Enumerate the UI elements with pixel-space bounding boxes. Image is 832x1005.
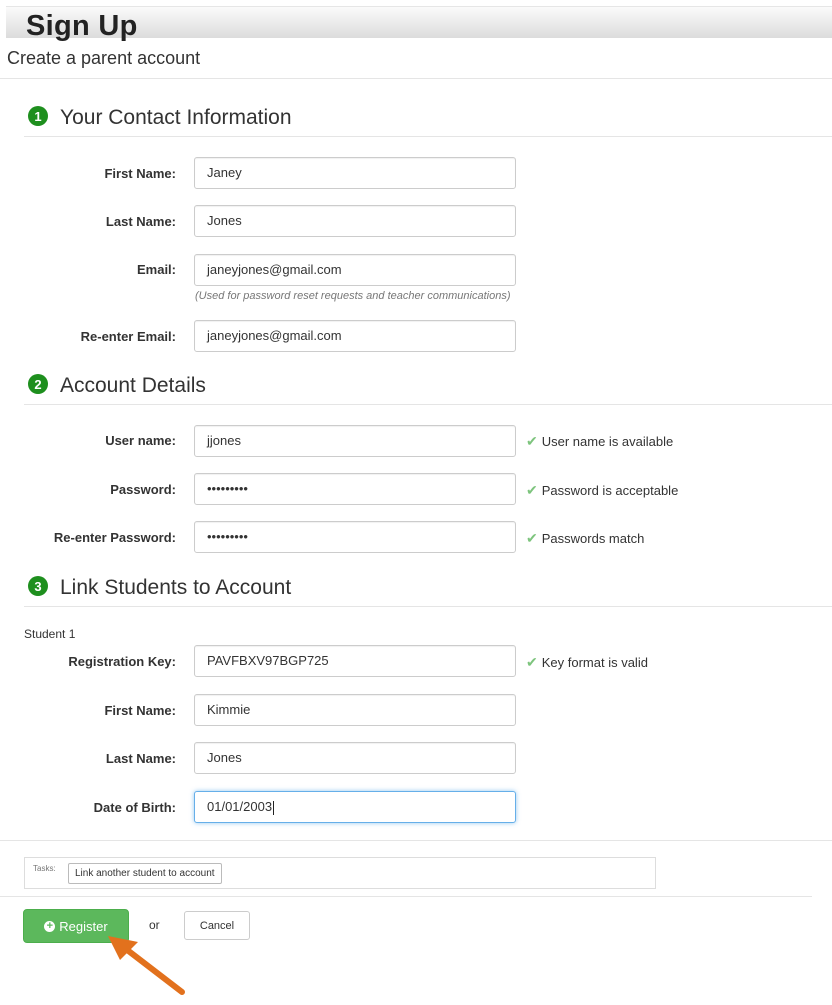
page-title: Sign Up bbox=[26, 10, 138, 42]
password-label: Password: bbox=[110, 482, 176, 497]
cancel-button[interactable]: Cancel bbox=[184, 911, 250, 940]
section-account-header: 2 Account Details bbox=[28, 374, 206, 398]
check-icon: ✔ bbox=[526, 433, 538, 449]
last-name-field[interactable]: Jones bbox=[194, 205, 516, 237]
status-text: Passwords match bbox=[541, 531, 645, 546]
reenter-password-label: Re-enter Password: bbox=[53, 530, 176, 545]
dob-field[interactable]: 01/01/2003 bbox=[194, 791, 516, 823]
email-field[interactable]: janeyjones@gmail.com bbox=[194, 254, 516, 286]
plus-circle-icon: + bbox=[44, 920, 56, 932]
student-first-name-label: First Name: bbox=[104, 703, 176, 718]
password-field[interactable]: ••••••••• bbox=[194, 473, 516, 505]
arrow-icon bbox=[108, 936, 185, 995]
registration-key-label: Registration Key: bbox=[68, 654, 176, 669]
reenter-email-field[interactable]: janeyjones@gmail.com bbox=[194, 320, 516, 352]
divider bbox=[24, 606, 832, 607]
email-help-text: (Used for password reset requests and te… bbox=[195, 290, 511, 302]
header-bar: Sign Up bbox=[6, 6, 832, 42]
email-label: Email: bbox=[136, 262, 176, 277]
student-last-name-label: Last Name: bbox=[105, 751, 176, 766]
registration-key-field[interactable]: PAVFBXV97BGP725 bbox=[194, 645, 516, 677]
divider bbox=[0, 840, 832, 841]
check-icon: ✔ bbox=[526, 654, 538, 670]
first-name-label: First Name: bbox=[104, 166, 176, 181]
section-title: Account Details bbox=[60, 374, 206, 397]
section-students-header: 3 Link Students to Account bbox=[28, 576, 291, 600]
status-text: Password is acceptable bbox=[541, 483, 679, 498]
first-name-field[interactable]: Janey bbox=[194, 157, 516, 189]
step-3-icon: 3 bbox=[28, 576, 48, 596]
status-text: User name is available bbox=[541, 434, 674, 449]
page-subtitle: Create a parent account bbox=[7, 48, 201, 68]
reenter-password-field[interactable]: ••••••••• bbox=[194, 521, 516, 553]
step-2-icon: 2 bbox=[28, 374, 48, 394]
check-icon: ✔ bbox=[526, 530, 538, 546]
reenter-password-status: ✔ Passwords match bbox=[526, 530, 644, 547]
section-title: Link Students to Account bbox=[60, 576, 292, 599]
divider bbox=[0, 896, 812, 897]
divider bbox=[24, 404, 832, 405]
section-contact-header: 1 Your Contact Information bbox=[28, 106, 292, 130]
check-icon: ✔ bbox=[526, 482, 538, 498]
divider bbox=[0, 78, 832, 79]
password-status: ✔ Password is acceptable bbox=[526, 482, 678, 499]
text-caret bbox=[273, 800, 275, 815]
username-label: User name: bbox=[105, 433, 176, 448]
student-heading: Student 1 bbox=[24, 627, 76, 641]
tasks-label: Tasks: bbox=[33, 864, 56, 873]
student-first-name-field[interactable]: Kimmie bbox=[194, 694, 516, 726]
dob-value: 01/01/2003 bbox=[207, 799, 273, 814]
link-another-student-button[interactable]: Link another student to account bbox=[68, 863, 222, 884]
student-last-name-field[interactable]: Jones bbox=[194, 742, 516, 774]
last-name-label: Last Name: bbox=[105, 214, 176, 229]
tasks-panel: Tasks: Link another student to account bbox=[24, 857, 656, 889]
username-status: ✔ User name is available bbox=[526, 433, 673, 450]
section-title: Your Contact Information bbox=[60, 106, 292, 129]
divider bbox=[24, 136, 832, 137]
step-1-icon: 1 bbox=[28, 106, 48, 126]
status-text: Key format is valid bbox=[541, 655, 648, 670]
username-field[interactable]: jjones bbox=[194, 425, 516, 457]
dob-label: Date of Birth: bbox=[93, 800, 176, 815]
reenter-email-label: Re-enter Email: bbox=[80, 329, 176, 344]
registration-key-status: ✔ Key format is valid bbox=[526, 654, 648, 671]
